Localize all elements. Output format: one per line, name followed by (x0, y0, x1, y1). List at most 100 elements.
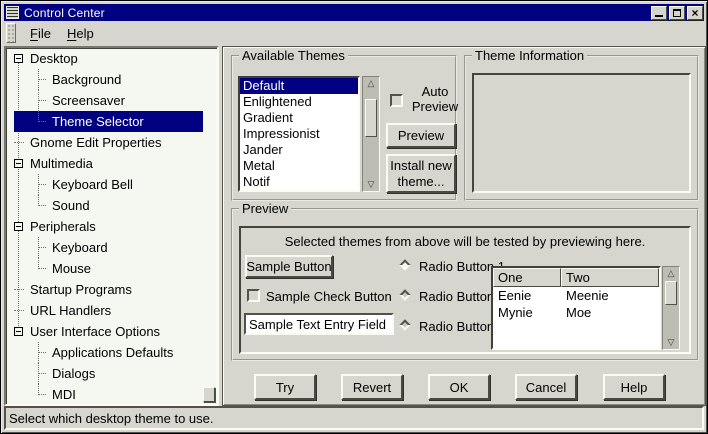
theme-list-item[interactable]: Impressionist (240, 126, 358, 142)
tree-item-desktop[interactable]: Desktop (14, 48, 203, 69)
tree-item-background[interactable]: Background (14, 69, 203, 90)
status-text: Select which desktop theme to use. (9, 411, 214, 426)
tree-connector (34, 174, 46, 195)
minimize-icon (655, 15, 663, 17)
tree-item-label: Multimedia (30, 156, 93, 171)
tree-item-dialogs[interactable]: Dialogs (14, 363, 203, 384)
tree-item-label: Peripherals (30, 219, 96, 234)
tree-item-mouse[interactable]: Mouse (14, 258, 203, 279)
close-button[interactable]: × (687, 6, 703, 20)
tree-expander-icon[interactable] (14, 327, 23, 336)
tree-item-startup-programs[interactable]: Startup Programs (14, 279, 203, 300)
themes-scrollbar-thumb[interactable] (365, 99, 377, 137)
tree-scrollbar-thumb[interactable] (203, 387, 215, 402)
theme-list-item[interactable]: Default (240, 78, 358, 94)
sample-table: One Two Eenie Meenie Mynie Moe (491, 266, 661, 350)
tree-connector (34, 111, 46, 132)
tree-connector (34, 69, 46, 90)
tree-expander-icon[interactable] (14, 54, 23, 63)
install-new-theme-button[interactable]: Install new theme... (386, 154, 456, 193)
settings-panel: Available Themes Default Enlightened Gra… (222, 46, 706, 406)
tree-item-label: Gnome Edit Properties (30, 135, 162, 150)
sample-button[interactable]: Sample Button (245, 255, 333, 278)
available-themes-frame: Available Themes Default Enlightened Gra… (231, 55, 457, 201)
tree-item-peripherals[interactable]: Peripherals (14, 216, 203, 237)
theme-list-item[interactable]: Jander (240, 142, 358, 158)
tree-item-screensaver[interactable]: Screensaver (14, 90, 203, 111)
menu-drag-handle-icon[interactable] (6, 23, 16, 43)
radio-button-1[interactable] (399, 259, 410, 270)
table-cell: Moe (561, 304, 659, 321)
theme-list-item[interactable]: Enlightened (240, 94, 358, 110)
table-header-one[interactable]: One (493, 268, 561, 287)
tree-connector (34, 237, 46, 258)
theme-information-content (472, 73, 691, 193)
theme-list-item[interactable]: Gradient (240, 110, 358, 126)
minimize-button[interactable] (651, 6, 667, 20)
preview-button[interactable]: Preview (386, 123, 456, 148)
tree-connector (34, 258, 46, 279)
sample-checkbox[interactable] (247, 289, 260, 302)
table-scrollbar[interactable]: △ ▽ (662, 266, 680, 350)
category-tree: Desktop Background Screensaver Theme Sel… (4, 46, 219, 406)
tree-item-label: Keyboard Bell (52, 177, 133, 192)
scroll-up-icon[interactable]: △ (663, 267, 679, 280)
ok-button[interactable]: OK (428, 374, 490, 400)
tree-item-user-interface-options[interactable]: User Interface Options (14, 321, 203, 342)
revert-button[interactable]: Revert (341, 374, 403, 400)
tree-item-theme-selector[interactable]: Theme Selector (14, 111, 203, 132)
tree-item-keyboard[interactable]: Keyboard (14, 237, 203, 258)
tree-item-url-handlers[interactable]: URL Handlers (14, 300, 203, 321)
tree-item-label: Theme Selector (52, 114, 144, 129)
table-cell: Mynie (493, 304, 561, 321)
tree-item-keyboard-bell[interactable]: Keyboard Bell (14, 174, 203, 195)
tree-connector (34, 384, 46, 405)
tree-item-mdi[interactable]: MDI (14, 384, 203, 405)
tree-item-label: Sound (52, 198, 90, 213)
control-center-window: Control Center × File Help Desktop Backg… (0, 0, 708, 434)
themes-scrollbar[interactable]: △ ▽ (362, 76, 380, 192)
radio-button-2[interactable] (399, 289, 410, 300)
menu-help-rest: elp (76, 26, 93, 41)
tree-item-multimedia[interactable]: Multimedia (14, 153, 203, 174)
scroll-down-icon[interactable]: ▽ (663, 336, 679, 349)
try-button[interactable]: Try (254, 374, 316, 400)
scroll-up-icon[interactable]: △ (363, 77, 379, 90)
sample-text-entry[interactable] (244, 313, 394, 335)
table-scrollbar-thumb[interactable] (665, 281, 677, 305)
tree-item-label: Desktop (30, 51, 78, 66)
table-cell: Meenie (561, 287, 659, 304)
table-cell: Eenie (493, 287, 561, 304)
titlebar[interactable]: Control Center × (4, 4, 704, 21)
scroll-down-icon[interactable]: ▽ (363, 178, 379, 191)
auto-preview-checkbox[interactable] (390, 94, 403, 107)
menu-help-initial: H (67, 26, 76, 41)
tree-item-label: Applications Defaults (52, 345, 173, 360)
tree-item-label: URL Handlers (30, 303, 111, 318)
table-row[interactable]: Mynie Moe (493, 304, 659, 321)
theme-list-item[interactable]: Metal (240, 158, 358, 174)
tree-item-label: Dialogs (52, 366, 95, 381)
tree-item-applications-defaults[interactable]: Applications Defaults (14, 342, 203, 363)
themes-list: Default Enlightened Gradient Impressioni… (238, 76, 360, 192)
tree-expander-icon[interactable] (14, 159, 23, 168)
cancel-button[interactable]: Cancel (515, 374, 577, 400)
theme-information-title: Theme Information (472, 48, 587, 63)
maximize-button[interactable] (669, 6, 685, 20)
menu-help[interactable]: Help (59, 24, 102, 43)
radio-button-3[interactable] (399, 319, 410, 330)
tree-connector (34, 195, 46, 216)
window-menu-icon[interactable] (6, 6, 19, 19)
tree-item-label: Startup Programs (30, 282, 132, 297)
preview-area: Selected themes from above will be teste… (239, 226, 691, 354)
sample-table-header: One Two (493, 268, 659, 287)
tree-expander-icon[interactable] (14, 222, 23, 231)
help-button[interactable]: Help (603, 374, 665, 400)
menu-file[interactable]: File (22, 24, 59, 43)
theme-list-item[interactable]: Notif (240, 174, 358, 190)
table-row[interactable]: Eenie Meenie (493, 287, 659, 304)
tree-item-gnome-edit-properties[interactable]: Gnome Edit Properties (14, 132, 203, 153)
tree-item-sound[interactable]: Sound (14, 195, 203, 216)
tree-item-label: Mouse (52, 261, 91, 276)
table-header-two[interactable]: Two (561, 268, 659, 287)
